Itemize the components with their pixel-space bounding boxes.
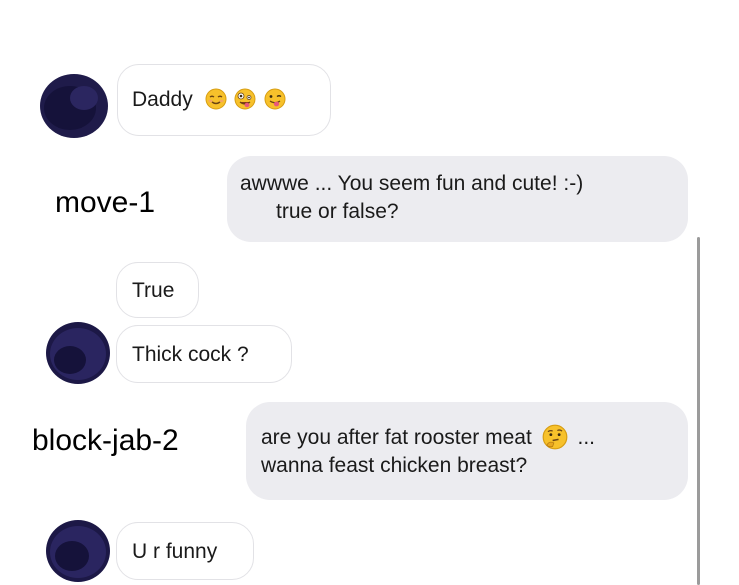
message-text-ellipsis: ...	[577, 426, 595, 449]
message-bubble-incoming[interactable]: U r funny	[116, 522, 254, 580]
annotation-label-move-1: move-1	[55, 186, 156, 219]
redacted-avatar-icon	[46, 322, 110, 384]
message-line-1: are you after fat rooster meat ...	[261, 424, 688, 452]
message-bubble-incoming[interactable]: True	[116, 262, 199, 318]
message-text: U r funny	[132, 540, 218, 563]
message-text-line: are you after fat rooster meat	[261, 426, 532, 449]
message-text: Thick cock ?	[132, 343, 249, 366]
avatar[interactable]	[46, 520, 110, 582]
thinking-face-icon	[542, 424, 568, 450]
message-bubble-incoming[interactable]: Daddy	[117, 64, 331, 136]
message-bubble-outgoing[interactable]: are you after fat rooster meat ... wanna…	[246, 402, 688, 500]
avatar[interactable]	[46, 322, 110, 384]
annotation-label-block-jab-2: block-jab-2	[32, 424, 179, 457]
winking-tongue-face-icon	[264, 88, 286, 110]
scrollbar[interactable]	[697, 237, 700, 585]
redacted-avatar-icon	[46, 520, 110, 582]
chat-screenshot: Daddy move-1 awwwe ... You seem fun and …	[0, 0, 739, 585]
message-bubble-outgoing[interactable]: awwwe ... You seem fun and cute! :-) tru…	[227, 156, 688, 242]
message-text: Daddy	[132, 88, 193, 111]
message-text: True	[132, 279, 175, 302]
message-text-line: awwwe ... You seem fun and cute! :-)	[240, 172, 584, 195]
message-text-line: true or false?	[276, 200, 399, 223]
relieved-face-icon	[205, 88, 227, 110]
avatar[interactable]	[40, 74, 108, 138]
redacted-avatar-icon	[40, 74, 108, 138]
message-text-line: wanna feast chicken breast?	[261, 454, 528, 477]
zany-face-icon	[234, 88, 256, 110]
message-bubble-incoming[interactable]: Thick cock ?	[116, 325, 292, 383]
